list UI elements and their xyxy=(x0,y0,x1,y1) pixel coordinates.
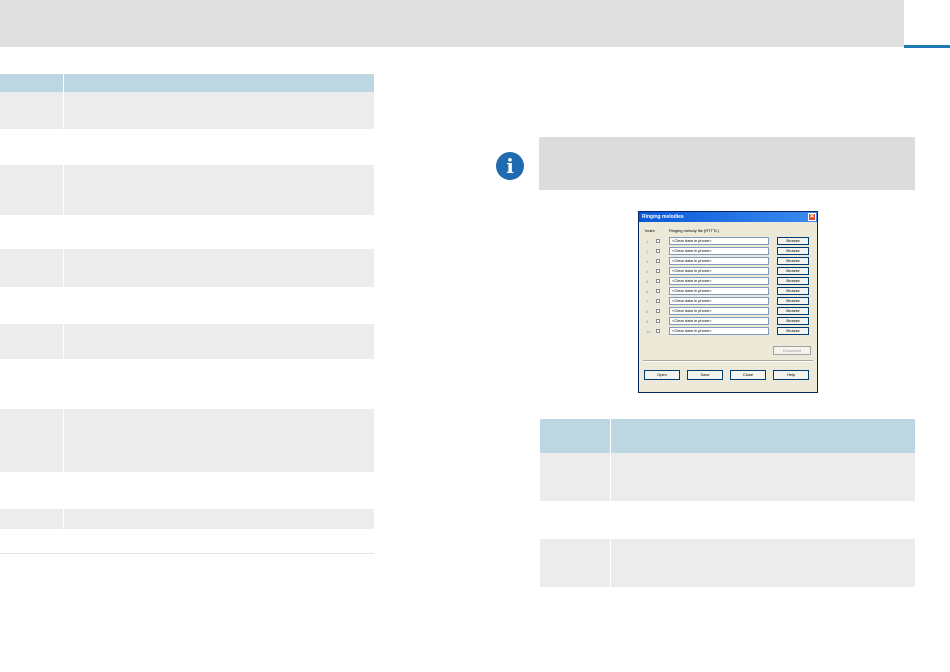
dialog-title: Ringing melodies xyxy=(642,214,684,220)
melody-checkbox[interactable] xyxy=(656,249,660,253)
melody-file-field[interactable]: <Clear data in phone> xyxy=(669,287,769,295)
melody-row: 4 <Clear data in phone> Browse xyxy=(639,267,817,276)
melody-index: 8 xyxy=(646,309,649,314)
browse-button[interactable]: Browse xyxy=(777,307,809,315)
melody-file-field[interactable]: <Clear data in phone> xyxy=(669,297,769,305)
melody-checkbox[interactable] xyxy=(656,309,660,313)
left-table-row xyxy=(0,249,374,287)
left-table-row xyxy=(0,529,374,554)
save-button[interactable]: Save xyxy=(687,370,723,380)
dialog-separator xyxy=(643,360,813,362)
melody-row: 5 <Clear data in phone> Browse xyxy=(639,277,817,286)
ringing-melodies-dialog: Ringing melodies ✕ Index Ringing melody … xyxy=(638,211,818,393)
info-icon: i xyxy=(496,152,524,180)
melody-index: 9 xyxy=(646,319,649,324)
melody-file-field[interactable]: <Clear data in phone> xyxy=(669,317,769,325)
left-table-row xyxy=(0,409,374,472)
melody-checkbox[interactable] xyxy=(656,269,660,273)
melody-row: 9 <Clear data in phone> Browse xyxy=(639,317,817,326)
melody-checkbox[interactable] xyxy=(656,329,660,333)
melody-checkbox[interactable] xyxy=(656,299,660,303)
melody-file-field[interactable]: <Clear data in phone> xyxy=(669,247,769,255)
melody-index: 3 xyxy=(646,259,649,264)
browse-button[interactable]: Browse xyxy=(777,277,809,285)
melody-row: 1 <Clear data in phone> Browse xyxy=(639,237,817,246)
index-column-header: Index xyxy=(645,228,655,233)
melody-checkbox[interactable] xyxy=(656,259,660,263)
melody-index: 10 xyxy=(646,329,651,334)
melody-index: 7 xyxy=(646,299,649,304)
melody-index: 2 xyxy=(646,249,649,254)
browse-button[interactable]: Browse xyxy=(777,257,809,265)
header-accent-line xyxy=(904,45,950,48)
melody-row: 8 <Clear data in phone> Browse xyxy=(639,307,817,316)
right-table-row xyxy=(540,501,915,540)
melody-row: 10 <Clear data in phone> Browse xyxy=(639,327,817,336)
left-table-row xyxy=(0,359,374,410)
melody-file-field[interactable]: <Clear data in phone> xyxy=(669,237,769,245)
melody-file-field[interactable]: <Clear data in phone> xyxy=(669,307,769,315)
left-table-row xyxy=(0,92,374,129)
melody-checkbox[interactable] xyxy=(656,289,660,293)
left-table-row xyxy=(0,509,374,529)
melody-index: 5 xyxy=(646,279,649,284)
top-header-bar xyxy=(0,0,904,47)
melody-index: 4 xyxy=(646,269,649,274)
melody-row: 3 <Clear data in phone> Browse xyxy=(639,257,817,266)
browse-button[interactable]: Browse xyxy=(777,267,809,275)
download-button[interactable]: Download xyxy=(773,346,811,355)
browse-button[interactable]: Browse xyxy=(777,297,809,305)
melody-row: 7 <Clear data in phone> Browse xyxy=(639,297,817,306)
browse-button[interactable]: Browse xyxy=(777,327,809,335)
browse-button[interactable]: Browse xyxy=(777,287,809,295)
melody-index: 1 xyxy=(646,239,649,244)
left-table-row xyxy=(0,472,374,510)
left-table-row xyxy=(0,165,374,215)
left-table-row xyxy=(0,287,374,325)
close-icon[interactable]: ✕ xyxy=(808,213,816,221)
melody-file-field[interactable]: <Clear data in phone> xyxy=(669,327,769,335)
header-tab-area xyxy=(904,0,950,47)
left-table-header xyxy=(0,74,374,92)
browse-button[interactable]: Browse xyxy=(777,247,809,255)
file-column-header: Ringing melody file (RTTTL) xyxy=(669,228,719,233)
melody-index: 6 xyxy=(646,289,649,294)
left-table-row xyxy=(0,215,374,250)
right-table-row xyxy=(540,539,915,587)
browse-button[interactable]: Browse xyxy=(777,317,809,325)
dialog-titlebar: Ringing melodies ✕ xyxy=(639,212,817,222)
melody-file-field[interactable]: <Clear data in phone> xyxy=(669,267,769,275)
melody-file-field[interactable]: <Clear data in phone> xyxy=(669,277,769,285)
info-note-box xyxy=(539,137,915,190)
melody-checkbox[interactable] xyxy=(656,279,660,283)
open-button[interactable]: Open xyxy=(644,370,680,380)
left-table-row xyxy=(0,129,374,166)
melody-row: 2 <Clear data in phone> Browse xyxy=(639,247,817,256)
close-button[interactable]: Close xyxy=(730,370,766,380)
melody-row: 6 <Clear data in phone> Browse xyxy=(639,287,817,296)
right-table-header xyxy=(540,419,915,453)
melody-checkbox[interactable] xyxy=(656,239,660,243)
help-button[interactable]: Help xyxy=(773,370,809,380)
melody-checkbox[interactable] xyxy=(656,319,660,323)
right-table-row xyxy=(540,453,915,501)
melody-file-field[interactable]: <Clear data in phone> xyxy=(669,257,769,265)
left-table-row xyxy=(0,324,374,359)
browse-button[interactable]: Browse xyxy=(777,237,809,245)
